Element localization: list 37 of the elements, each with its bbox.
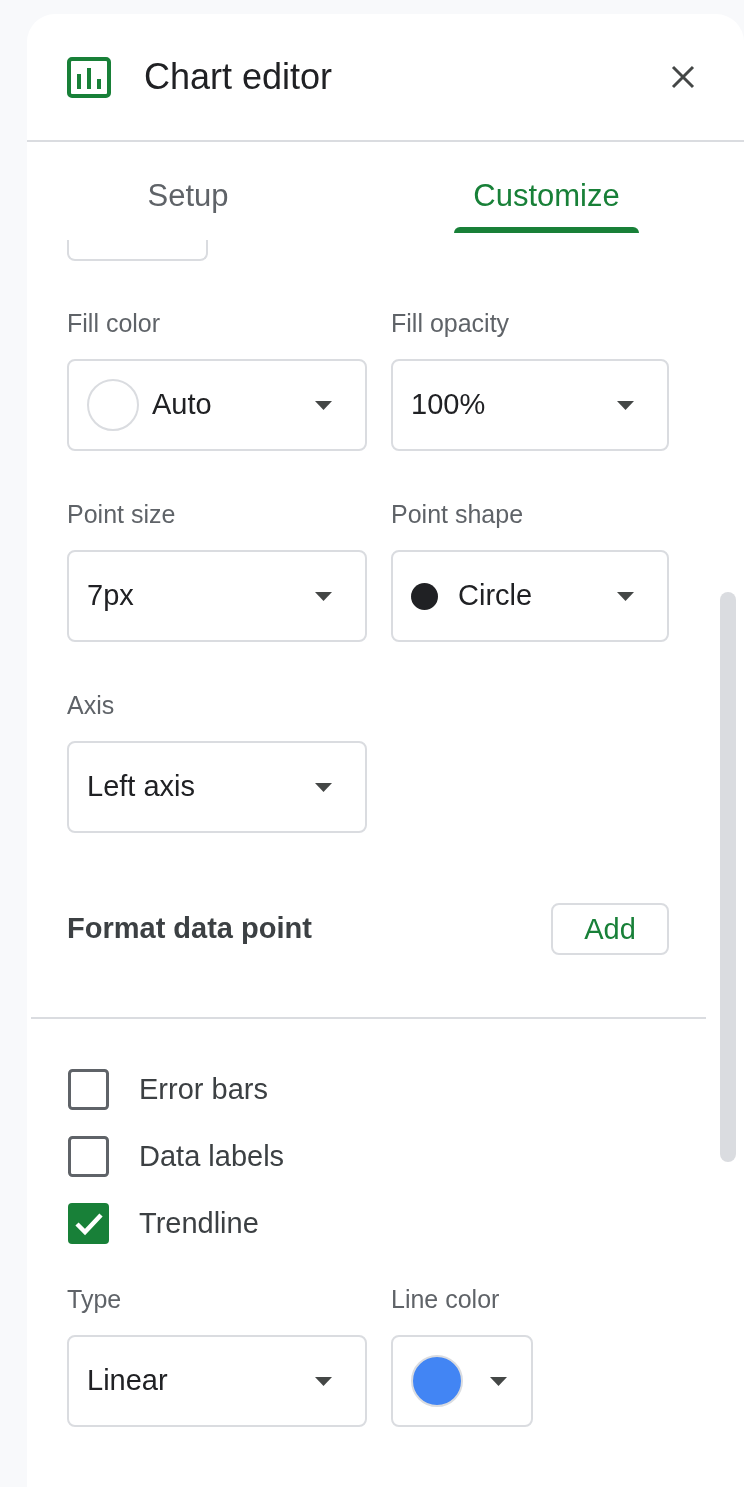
window-title: Chart editor	[144, 55, 333, 99]
dropdown-field[interactable]: Circle	[391, 550, 669, 642]
field-label: Fill opacity	[391, 308, 511, 339]
dropdown-field[interactable]	[391, 1335, 533, 1427]
tab[interactable]: Customize	[454, 142, 639, 233]
checkbox[interactable]	[68, 1136, 109, 1177]
caret-icon	[315, 782, 332, 792]
caret-icon	[490, 1376, 507, 1386]
section-title: Format data point	[67, 911, 312, 947]
checkbox-label: Data labels	[139, 1138, 285, 1174]
scrollbar-thumb[interactable]	[720, 592, 736, 1162]
caret-icon	[315, 1376, 332, 1386]
checkbox[interactable]	[68, 1069, 109, 1110]
caret-icon	[617, 591, 634, 601]
field-label: Fill color	[67, 308, 162, 339]
caret-icon	[617, 400, 634, 410]
dropdown-field[interactable]: Linear	[67, 1335, 367, 1427]
checkbox-label: Error bars	[139, 1071, 268, 1107]
close-icon[interactable]	[671, 65, 695, 89]
dropdown-field[interactable]	[67, 240, 208, 261]
field-label: Point size	[67, 499, 177, 530]
bar-chart-icon	[67, 56, 111, 98]
add-button[interactable]: Add	[551, 903, 669, 955]
field-label: Type	[67, 1284, 123, 1315]
field-label: Axis	[67, 690, 116, 721]
dropdown-field[interactable]: Auto	[67, 359, 367, 451]
checkbox[interactable]	[68, 1203, 109, 1244]
caret-icon	[315, 591, 332, 601]
tab[interactable]: Setup	[128, 142, 248, 233]
circle-icon	[411, 582, 438, 610]
dropdown-field[interactable]: 7px	[67, 550, 367, 642]
caret-icon	[315, 400, 332, 410]
dropdown-field[interactable]: 100%	[391, 359, 669, 451]
field-label: Point shape	[391, 499, 525, 530]
checkbox-label: Trendline	[139, 1205, 259, 1241]
dropdown-field[interactable]: Left axis	[67, 741, 367, 833]
field-label: Line color	[391, 1284, 501, 1315]
